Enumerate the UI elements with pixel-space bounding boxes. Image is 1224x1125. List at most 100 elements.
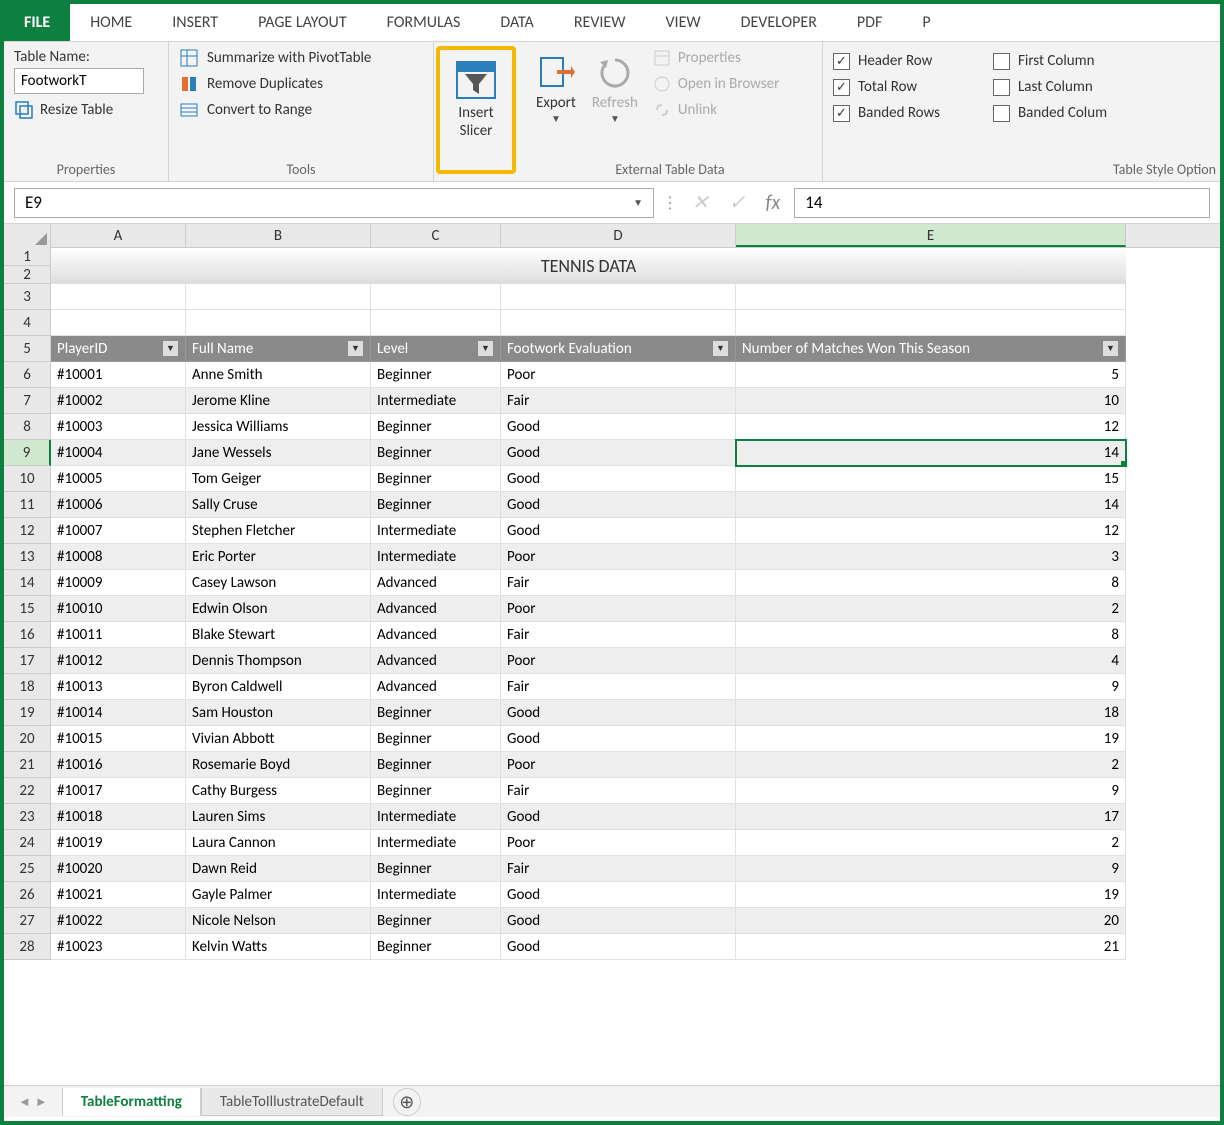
table-header[interactable]: Footwork Evaluation▼ xyxy=(501,336,736,362)
cell[interactable]: Poor xyxy=(501,830,736,856)
row-header[interactable]: 27 xyxy=(4,908,51,934)
filter-button[interactable]: ▼ xyxy=(1102,340,1119,357)
ribbon-tab-data[interactable]: DATA xyxy=(480,4,553,41)
add-sheet-button[interactable]: ⊕ xyxy=(393,1088,421,1116)
cell[interactable] xyxy=(371,284,501,310)
table-header[interactable]: Number of Matches Won This Season▼ xyxy=(736,336,1126,362)
column-header-C[interactable]: C xyxy=(371,224,501,247)
cell[interactable] xyxy=(736,284,1126,310)
filter-button[interactable]: ▼ xyxy=(712,340,729,357)
cell[interactable]: 8 xyxy=(736,622,1126,648)
cell[interactable]: #10016 xyxy=(51,752,186,778)
row-header[interactable]: 11 xyxy=(4,492,51,518)
cell[interactable]: Fair xyxy=(501,856,736,882)
cell[interactable]: Fair xyxy=(501,674,736,700)
row-header[interactable]: 6 xyxy=(4,362,51,388)
row-header[interactable]: 12 xyxy=(4,518,51,544)
banded-columns-checkbox[interactable]: Banded Colum xyxy=(993,104,1210,122)
dropdown-icon[interactable]: ▼ xyxy=(633,196,643,209)
cell[interactable]: Good xyxy=(501,440,736,466)
cell[interactable]: #10018 xyxy=(51,804,186,830)
row-header[interactable]: 16 xyxy=(4,622,51,648)
cell[interactable]: Advanced xyxy=(371,674,501,700)
enter-button[interactable]: ✓ xyxy=(723,190,752,215)
cell[interactable]: 21 xyxy=(736,934,1126,960)
select-all-corner[interactable] xyxy=(4,224,51,248)
row-header[interactable]: 15 xyxy=(4,596,51,622)
ribbon-tab-developer[interactable]: DEVELOPER xyxy=(721,4,837,41)
cell[interactable]: #10004 xyxy=(51,440,186,466)
cell[interactable]: Dawn Reid xyxy=(186,856,371,882)
cell[interactable]: Eric Porter xyxy=(186,544,371,570)
column-header-B[interactable]: B xyxy=(186,224,371,247)
cell[interactable]: #10013 xyxy=(51,674,186,700)
cell[interactable] xyxy=(501,284,736,310)
cell[interactable]: Poor xyxy=(501,648,736,674)
cell[interactable]: #10017 xyxy=(51,778,186,804)
cell[interactable]: 4 xyxy=(736,648,1126,674)
cell[interactable]: Jane Wessels xyxy=(186,440,371,466)
cell[interactable]: Poor xyxy=(501,752,736,778)
cell[interactable]: 10 xyxy=(736,388,1126,414)
cell[interactable]: Vivian Abbott xyxy=(186,726,371,752)
cancel-button[interactable]: ✕ xyxy=(686,190,715,215)
cell[interactable]: #10010 xyxy=(51,596,186,622)
cell[interactable]: Advanced xyxy=(371,570,501,596)
cell[interactable]: Poor xyxy=(501,596,736,622)
cell[interactable]: Beginner xyxy=(371,362,501,388)
cell[interactable]: #10020 xyxy=(51,856,186,882)
row-header[interactable]: 13 xyxy=(4,544,51,570)
cell[interactable]: Advanced xyxy=(371,648,501,674)
row-header[interactable]: 26 xyxy=(4,882,51,908)
cell[interactable]: Advanced xyxy=(371,622,501,648)
cell[interactable]: 3 xyxy=(736,544,1126,570)
cell[interactable]: Good xyxy=(501,492,736,518)
cell[interactable]: Intermediate xyxy=(371,388,501,414)
cell[interactable]: Good xyxy=(501,882,736,908)
cell[interactable]: Lauren Sims xyxy=(186,804,371,830)
table-name-input[interactable] xyxy=(14,68,144,94)
cell[interactable]: Blake Stewart xyxy=(186,622,371,648)
cell[interactable]: Good xyxy=(501,700,736,726)
summarize-pivot-button[interactable]: Summarize with PivotTable xyxy=(179,48,423,68)
cell[interactable]: Beginner xyxy=(371,492,501,518)
row-header[interactable]: 19 xyxy=(4,700,51,726)
filter-button[interactable]: ▼ xyxy=(477,340,494,357)
resize-table-button[interactable]: Resize Table xyxy=(14,100,158,120)
cell[interactable]: #10015 xyxy=(51,726,186,752)
row-header[interactable]: 21 xyxy=(4,752,51,778)
cell[interactable]: Poor xyxy=(501,362,736,388)
row-header[interactable]: 2 xyxy=(4,266,51,284)
header-row-checkbox[interactable]: Header Row xyxy=(833,52,973,70)
table-header[interactable]: Level▼ xyxy=(371,336,501,362)
cell[interactable]: 19 xyxy=(736,726,1126,752)
cell[interactable] xyxy=(186,284,371,310)
row-header[interactable]: 22 xyxy=(4,778,51,804)
cell[interactable] xyxy=(736,310,1126,336)
row-header[interactable]: 18 xyxy=(4,674,51,700)
cell[interactable]: Good xyxy=(501,908,736,934)
cell[interactable]: Fair xyxy=(501,778,736,804)
cell[interactable]: Intermediate xyxy=(371,830,501,856)
ribbon-tab-page-layout[interactable]: PAGE LAYOUT xyxy=(238,4,367,41)
cell[interactable]: Poor xyxy=(501,544,736,570)
column-header-D[interactable]: D xyxy=(501,224,736,247)
cell[interactable]: #10007 xyxy=(51,518,186,544)
cell[interactable]: Intermediate xyxy=(371,518,501,544)
cell[interactable]: 17 xyxy=(736,804,1126,830)
ribbon-tab-formulas[interactable]: FORMULAS xyxy=(367,4,481,41)
cell[interactable]: Tom Geiger xyxy=(186,466,371,492)
ribbon-tab-p[interactable]: P xyxy=(902,4,950,41)
cell[interactable]: 2 xyxy=(736,830,1126,856)
cell[interactable]: Intermediate xyxy=(371,544,501,570)
cell[interactable]: 14 xyxy=(736,440,1126,466)
cell[interactable]: Kelvin Watts xyxy=(186,934,371,960)
cell[interactable]: Rosemarie Boyd xyxy=(186,752,371,778)
cell[interactable]: #10021 xyxy=(51,882,186,908)
ribbon-tab-review[interactable]: REVIEW xyxy=(554,4,646,41)
cell[interactable]: Intermediate xyxy=(371,882,501,908)
row-header[interactable]: 17 xyxy=(4,648,51,674)
cell[interactable]: 20 xyxy=(736,908,1126,934)
cell[interactable]: Nicole Nelson xyxy=(186,908,371,934)
cell[interactable]: #10009 xyxy=(51,570,186,596)
